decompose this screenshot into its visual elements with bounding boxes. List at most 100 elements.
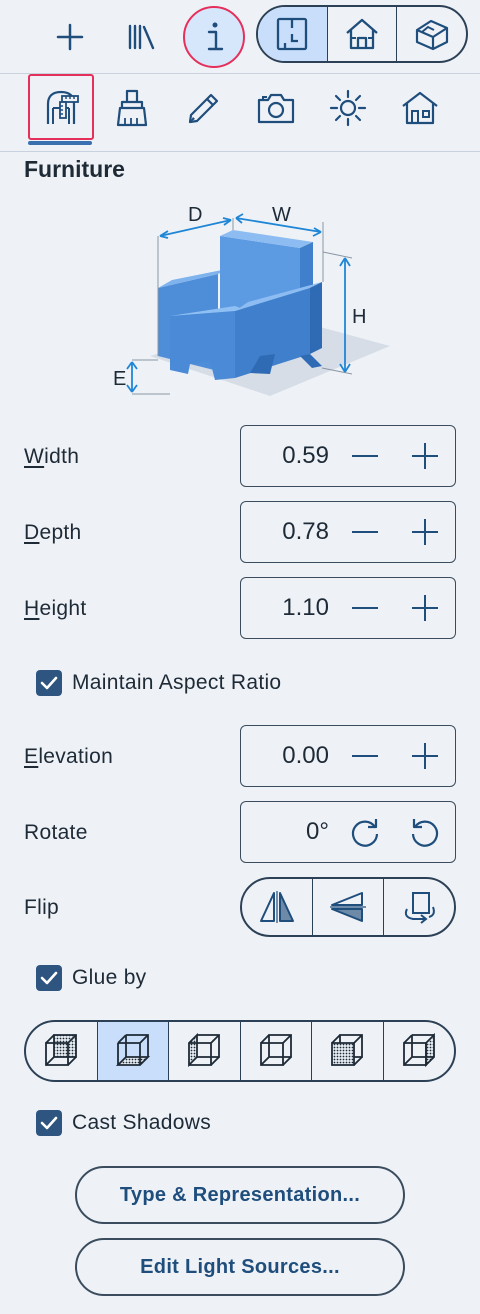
depth-stepper: 0.78 — [240, 501, 456, 563]
tab-furniture-dimensions[interactable] — [28, 74, 94, 140]
rotate-label: Rotate — [24, 821, 88, 844]
checkmark-icon — [40, 676, 58, 690]
maintain-aspect-ratio-label: Maintain Aspect Ratio — [72, 671, 282, 694]
tab-style[interactable] — [100, 76, 164, 140]
glue-option-bottom-face[interactable] — [97, 1022, 169, 1080]
minus-icon — [352, 607, 378, 609]
height-label: Height — [24, 597, 87, 620]
width-decrement-button[interactable] — [349, 440, 381, 472]
edit-light-sources-button[interactable]: Edit Light Sources... — [75, 1238, 405, 1296]
checkmark-icon — [40, 971, 58, 985]
maintain-aspect-ratio-checkbox[interactable] — [36, 670, 62, 696]
light-icon — [329, 89, 367, 127]
plus-icon — [412, 443, 438, 469]
flip-3d-icon — [404, 892, 435, 924]
minus-icon — [352, 531, 378, 533]
depth-decrement-button[interactable] — [349, 516, 381, 548]
info-button[interactable] — [183, 6, 245, 68]
cube-left-face-icon — [188, 1032, 221, 1068]
height-stepper: 1.10 — [240, 577, 456, 639]
width-value[interactable]: 0.59 — [282, 442, 329, 470]
flip-rotate-3d-button[interactable] — [384, 879, 454, 935]
library-icon — [128, 24, 155, 50]
active-tab-indicator — [28, 141, 92, 145]
glue-option-right-face[interactable] — [241, 1022, 312, 1080]
3d-view-button[interactable] — [397, 7, 466, 61]
elevation-label: Elevation — [24, 745, 114, 768]
depth-value[interactable]: 0.78 — [282, 518, 329, 546]
plus-icon — [412, 595, 438, 621]
height-decrement-button[interactable] — [349, 592, 381, 624]
elevation-dimension-label: E — [113, 368, 127, 390]
elevation-stepper: 0.00 — [240, 725, 456, 787]
cube-front-face-icon — [331, 1034, 364, 1066]
checkmark-icon — [40, 1116, 58, 1130]
glue-option-top-face[interactable] — [384, 1022, 455, 1080]
info-icon — [207, 22, 224, 51]
glue-by-checkbox[interactable] — [36, 965, 62, 991]
flip-label: Flip — [24, 896, 60, 919]
tab-building[interactable] — [388, 76, 452, 140]
glue-option-left-face[interactable] — [169, 1022, 241, 1080]
plus-icon — [412, 519, 438, 545]
cube-right-side-face-icon — [402, 1032, 435, 1068]
3d-view-icon — [415, 19, 448, 51]
elevation-view-button[interactable] — [328, 7, 398, 61]
tab-edit[interactable] — [172, 76, 236, 140]
furniture-dimensions-icon — [46, 90, 79, 124]
cast-shadows-label: Cast Shadows — [72, 1111, 212, 1134]
tab-lighting[interactable] — [316, 76, 380, 140]
glue-by-row[interactable]: Glue by — [36, 965, 146, 991]
add-button[interactable] — [44, 11, 96, 63]
add-icon — [56, 23, 84, 51]
flip-horizontal-button[interactable] — [242, 879, 313, 935]
view-mode-switch — [256, 5, 468, 63]
flip-vertical-icon — [330, 892, 366, 922]
depth-increment-button[interactable] — [409, 516, 441, 548]
floor-plan-icon — [277, 17, 308, 51]
rotate-counterclockwise-button[interactable] — [409, 816, 441, 848]
top-toolbar — [0, 0, 480, 74]
library-button[interactable] — [116, 11, 168, 63]
width-increment-button[interactable] — [409, 440, 441, 472]
depth-label: Depth — [24, 521, 82, 544]
glue-option-front-face[interactable] — [312, 1022, 384, 1080]
cube-back-face-icon — [45, 1034, 78, 1066]
plus-icon — [412, 743, 438, 769]
rotate-value[interactable]: 0° — [306, 818, 329, 846]
armchair-dimension-illustration — [126, 213, 390, 396]
house-icon — [402, 91, 438, 125]
width-dimension-label: W — [272, 204, 291, 226]
flip-vertical-button[interactable] — [313, 879, 384, 935]
elevation-increment-button[interactable] — [409, 740, 441, 772]
height-value[interactable]: 1.10 — [282, 594, 329, 622]
height-increment-button[interactable] — [409, 592, 441, 624]
cast-shadows-row[interactable]: Cast Shadows — [36, 1110, 211, 1136]
tab-camera[interactable] — [244, 76, 308, 140]
minus-icon — [352, 755, 378, 757]
elevation-decrement-button[interactable] — [349, 740, 381, 772]
pencil-icon — [188, 93, 219, 124]
flip-options — [240, 877, 456, 937]
floor-plan-view-button[interactable] — [258, 7, 328, 61]
section-title: Furniture — [24, 156, 125, 182]
glue-option-back-face[interactable] — [26, 1022, 98, 1080]
rotate-counterclockwise-icon — [411, 819, 439, 847]
height-dimension-label: H — [352, 306, 367, 328]
rotate-clockwise-button[interactable] — [349, 816, 381, 848]
glue-by-label: Glue by — [72, 966, 147, 989]
maintain-aspect-ratio-row[interactable]: Maintain Aspect Ratio — [36, 670, 281, 696]
glue-by-options — [24, 1020, 456, 1082]
rotate-clockwise-icon — [351, 819, 379, 847]
type-representation-button[interactable]: Type & Representation... — [75, 1166, 405, 1224]
rotate-stepper: 0° — [240, 801, 456, 863]
cube-right-face-icon — [259, 1034, 292, 1066]
cast-shadows-checkbox[interactable] — [36, 1110, 62, 1136]
depth-dimension-label: D — [188, 204, 203, 226]
brush-icon — [116, 89, 148, 127]
elevation-value[interactable]: 0.00 — [282, 742, 329, 770]
elevation-house-icon — [346, 18, 378, 50]
camera-icon — [257, 93, 295, 124]
flip-horizontal-icon — [260, 891, 294, 923]
width-stepper: 0.59 — [240, 425, 456, 487]
